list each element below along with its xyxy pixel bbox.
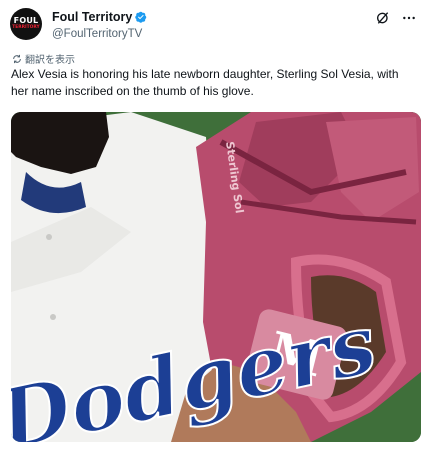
tweet-text: Alex Vesia is honoring his late newborn … bbox=[11, 67, 399, 98]
avatar[interactable]: FOUL TERRITORY bbox=[10, 8, 42, 40]
translate-link[interactable]: 翻訳を表示 bbox=[12, 51, 75, 66]
tweet-header: FOUL TERRITORY Foul Territory @FoulTerri… bbox=[8, 6, 419, 42]
account-name[interactable]: Foul Territory bbox=[52, 10, 132, 24]
account-handle[interactable]: @FoulTerritoryTV bbox=[52, 28, 142, 40]
verified-badge-icon bbox=[135, 11, 147, 23]
account-name-row[interactable]: Foul Territory bbox=[52, 10, 147, 24]
tweet-media[interactable]: M Sterling Sol Dodgers bbox=[11, 112, 421, 442]
translate-label[interactable]: 翻訳を表示 bbox=[25, 51, 75, 66]
grok-icon[interactable] bbox=[375, 10, 391, 26]
avatar-text-bottom: TERRITORY bbox=[12, 25, 40, 31]
more-options-icon[interactable] bbox=[401, 10, 417, 26]
translate-icon bbox=[13, 54, 21, 63]
glove-photo: M Sterling Sol Dodgers bbox=[11, 112, 421, 442]
